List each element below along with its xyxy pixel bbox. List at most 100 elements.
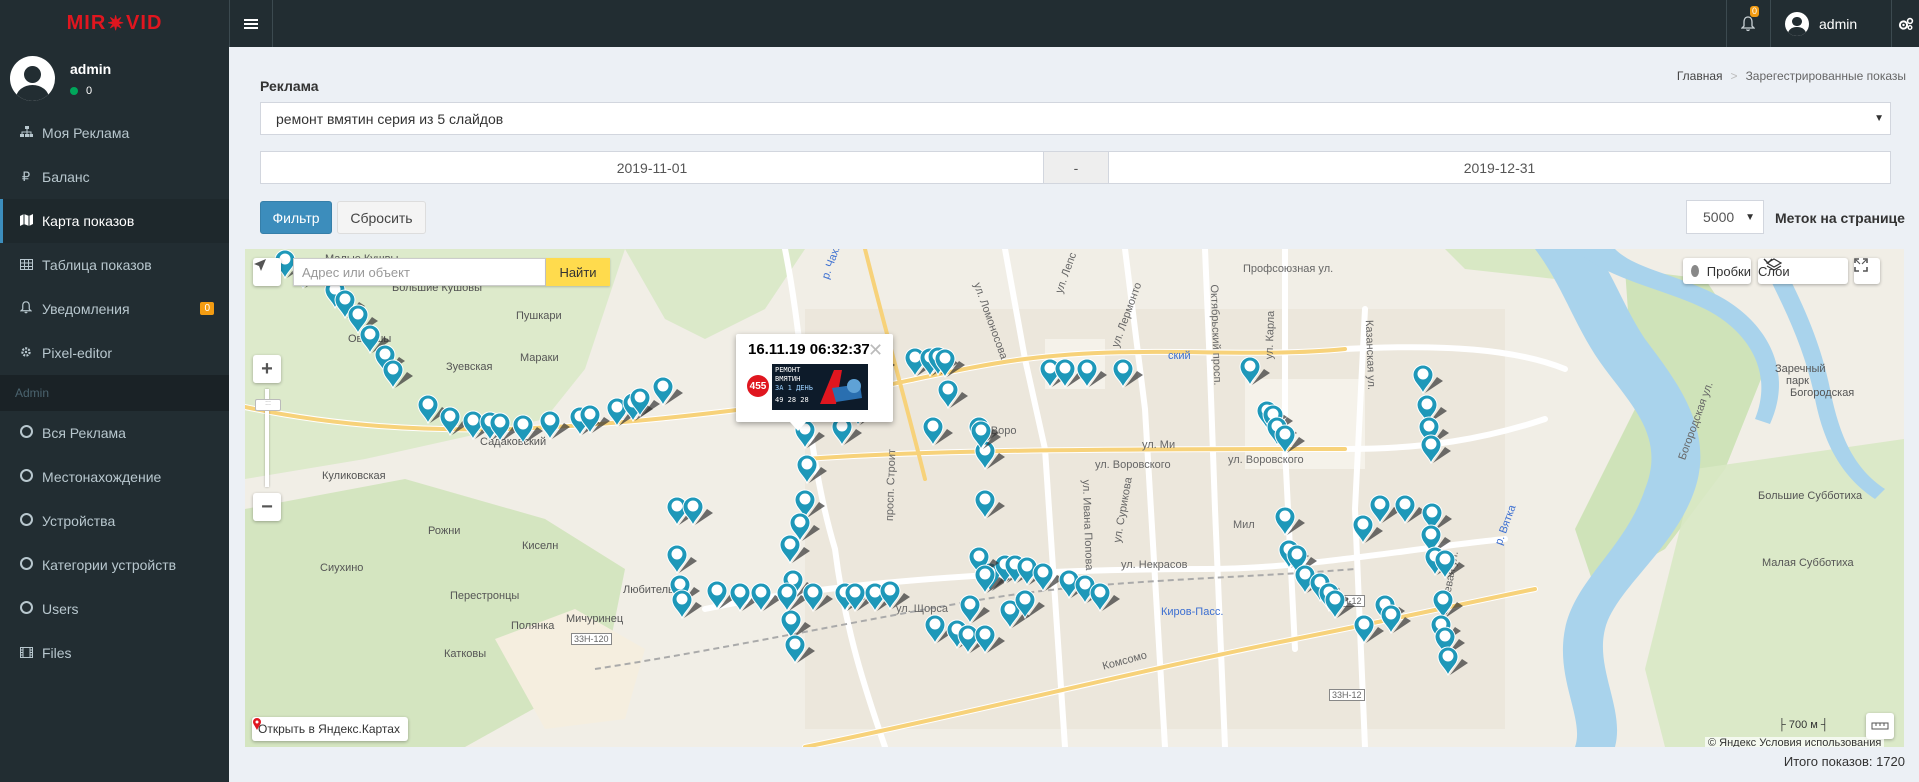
brand-logo[interactable]: MIR ✷ VID [0,0,229,47]
ad-select-label: Реклама [260,78,319,94]
impression-marker[interactable] [1112,358,1143,389]
sidebar-item-users[interactable]: Users [0,587,229,631]
date-to-input[interactable]: 2019-12-31 [1108,151,1891,184]
terms-of-use-link[interactable]: Условия использования [1759,737,1881,747]
impression-marker[interactable] [796,454,827,485]
avatar [10,56,55,101]
impression-marker[interactable] [1076,358,1107,389]
impression-marker[interactable] [802,582,833,613]
close-icon[interactable]: ✕ [868,340,883,361]
map-search-input[interactable]: Адрес или объект [293,258,546,286]
bell-icon [16,301,36,317]
sidebar-item-notifications[interactable]: Уведомления 0 [0,287,229,331]
sidebar-item-pixel-editor[interactable]: Pixel-editor [0,331,229,375]
traffic-button-label: Пробки [1706,263,1751,279]
ruler-icon [1871,722,1889,730]
impression-marker[interactable] [959,594,990,625]
caret-down-icon: ▼ [1745,212,1755,223]
ad-preview-image: РЕМОНТ ВМЯТИН ЗА 1 ДЕНЬ 49 28 28 [772,364,868,410]
brand-star: ✷ [107,13,126,35]
ad-select[interactable]: ремонт вмятин серия из 5 слайдов ▼ [260,102,1891,135]
impressions-map[interactable]: Малые Кушвы Большие Кушовы Пушкари Оверш… [245,249,1904,747]
sidebar-item-impressions-table[interactable]: Таблица показов [0,243,229,287]
filter-button[interactable]: Фильтр [260,201,332,234]
map-icon [16,213,36,229]
brand-text-right: VID [126,12,163,34]
impression-marker[interactable] [1434,549,1465,580]
impression-marker[interactable] [1274,506,1305,537]
user-menu[interactable]: admin [1771,0,1891,47]
zoom-slider[interactable]: ::: [255,389,281,487]
geolocation-button[interactable] [253,258,281,286]
sidebar-item-device-categories[interactable]: Категории устройств [0,543,229,587]
impression-marker[interactable] [974,489,1005,520]
impression-marker[interactable] [1274,424,1305,455]
notifications-button[interactable]: 0 [1726,0,1770,47]
sidebar-item-label: Users [42,601,79,617]
sidebar-item-label: Моя Реклама [42,125,130,141]
impression-marker[interactable] [1353,614,1384,645]
online-status-icon [70,87,78,95]
impression-marker[interactable] [512,414,543,445]
impression-marker[interactable] [539,410,570,441]
impression-marker[interactable] [682,496,713,527]
sidebar-item-balance[interactable]: ₽ Баланс [0,155,229,199]
zoom-out-button[interactable]: − [253,493,281,521]
sidebar-item-label: Баланс [42,169,90,185]
divider [272,0,273,47]
impression-marker[interactable] [666,544,697,575]
sidebar-item-label: Pixel-editor [42,345,113,361]
sidebar-item-label: Таблица показов [42,257,152,273]
impression-marker[interactable] [1032,562,1063,593]
sidebar-item-label: Вся Реклама [42,425,126,441]
impression-marker[interactable] [1324,589,1355,620]
marker-balloon: 16.11.19 06:32:37 ✕ 455 РЕМОНТ ВМЯТИН ЗА… [736,334,893,431]
sidebar-item-locations[interactable]: Местонахождение [0,455,229,499]
impression-marker[interactable] [784,634,815,665]
impression-marker[interactable] [1089,582,1120,613]
impression-marker[interactable] [750,582,781,613]
impression-marker[interactable] [1432,589,1463,620]
sidebar-item-my-ads[interactable]: Моя Реклама [0,111,229,155]
impression-marker[interactable] [382,359,413,390]
zoom-in-button[interactable]: + [253,355,281,383]
user-status-value: 0 [86,85,93,97]
per-page-value: 5000 [1703,209,1735,225]
sidebar-toggle-button[interactable] [230,0,272,47]
reset-button[interactable]: Сбросить [337,201,426,234]
traffic-button[interactable]: Пробки [1683,258,1751,284]
sidebar-item-label: Карта показов [42,213,135,229]
layers-button[interactable]: Слои [1758,258,1848,284]
sitemap-icon [16,125,36,141]
impression-marker[interactable] [1380,604,1411,635]
per-page-select[interactable]: 5000 ▼ [1686,200,1764,234]
ad-preview-line: 49 28 28 [775,396,809,404]
sidebar-item-files[interactable]: Files [0,631,229,675]
impression-marker[interactable] [652,376,683,407]
map-search-button[interactable]: Найти [546,258,610,286]
impression-marker[interactable] [1412,364,1443,395]
impression-marker[interactable] [922,416,953,447]
map-copyright: © Яндекс Условия использования [1705,737,1885,747]
sidebar-item-devices[interactable]: Устройства [0,499,229,543]
sidebar-item-impressions-map[interactable]: Карта показов [0,199,229,243]
impression-marker[interactable] [780,609,811,640]
open-in-yandex-maps-link[interactable]: Открыть в Яндекс.Картах [252,717,408,741]
total-impressions: Итого показов: 1720 [1783,754,1905,769]
impression-marker[interactable] [1394,494,1425,525]
impression-marker[interactable] [1437,646,1468,677]
sidebar-item-all-ads[interactable]: Вся Реклама [0,411,229,455]
impression-marker[interactable] [671,589,702,620]
fullscreen-button[interactable] [1854,258,1880,284]
settings-button[interactable] [1892,0,1919,47]
impression-marker[interactable] [779,534,810,565]
impression-marker[interactable] [776,582,807,613]
zoom-slider-handle[interactable]: ::: [255,399,281,411]
breadcrumb-home-link[interactable]: Главная [1677,69,1723,83]
date-from-input[interactable]: 2019-11-01 [260,151,1044,184]
impression-marker[interactable] [937,379,968,410]
impression-marker[interactable] [1420,434,1451,465]
impression-marker[interactable] [1239,356,1270,387]
ruler-button[interactable] [1866,713,1894,739]
impression-marker[interactable] [974,624,1005,655]
